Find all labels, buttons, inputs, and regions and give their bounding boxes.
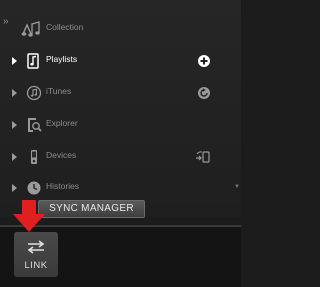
sidebar-item-label: Devices bbox=[46, 150, 77, 160]
playlist-icon bbox=[27, 53, 39, 69]
device-icon bbox=[31, 150, 37, 164]
expand-arrow-icon[interactable] bbox=[12, 121, 17, 129]
expand-arrow-icon[interactable] bbox=[12, 184, 17, 192]
link-arrows-icon bbox=[27, 240, 45, 254]
link-label: LINK bbox=[24, 260, 48, 271]
sync-manager-button[interactable]: SYNC MANAGER bbox=[38, 200, 145, 218]
refresh-icon[interactable] bbox=[197, 86, 211, 100]
sidebar-item-histories[interactable]: Histories bbox=[0, 177, 241, 199]
link-button[interactable]: LINK bbox=[14, 232, 58, 277]
clock-icon bbox=[27, 181, 41, 195]
expand-arrow-icon[interactable] bbox=[12, 57, 17, 65]
expand-arrow-icon[interactable] bbox=[12, 89, 17, 97]
itunes-icon bbox=[26, 85, 42, 101]
sidebar-item-playlists[interactable]: Playlists bbox=[0, 50, 241, 72]
sidebar-item-label: Playlists bbox=[46, 54, 78, 64]
red-down-arrow-icon bbox=[13, 200, 45, 232]
scroll-down-arrow[interactable]: ▼ bbox=[234, 183, 241, 191]
sidebar-item-itunes[interactable]: iTunes bbox=[0, 82, 241, 104]
sidebar-item-explorer[interactable]: Explorer bbox=[0, 114, 241, 136]
sidebar-item-label: Histories bbox=[46, 181, 80, 191]
sidebar-item-label: iTunes bbox=[46, 86, 72, 96]
sidebar: » Collection Playlists iTunes Explorer D… bbox=[0, 0, 241, 218]
sidebar-item-label: Explorer bbox=[46, 118, 78, 128]
sidebar-item-devices[interactable]: Devices bbox=[0, 146, 241, 168]
sidebar-item-collection[interactable]: Collection bbox=[0, 18, 241, 40]
sync-device-icon[interactable] bbox=[195, 150, 211, 164]
add-icon[interactable] bbox=[197, 54, 211, 68]
sidebar-item-label: Collection bbox=[46, 22, 84, 32]
expand-arrow-icon[interactable] bbox=[12, 153, 17, 161]
music-notes-icon bbox=[21, 21, 40, 37]
folder-search-icon bbox=[28, 118, 42, 132]
